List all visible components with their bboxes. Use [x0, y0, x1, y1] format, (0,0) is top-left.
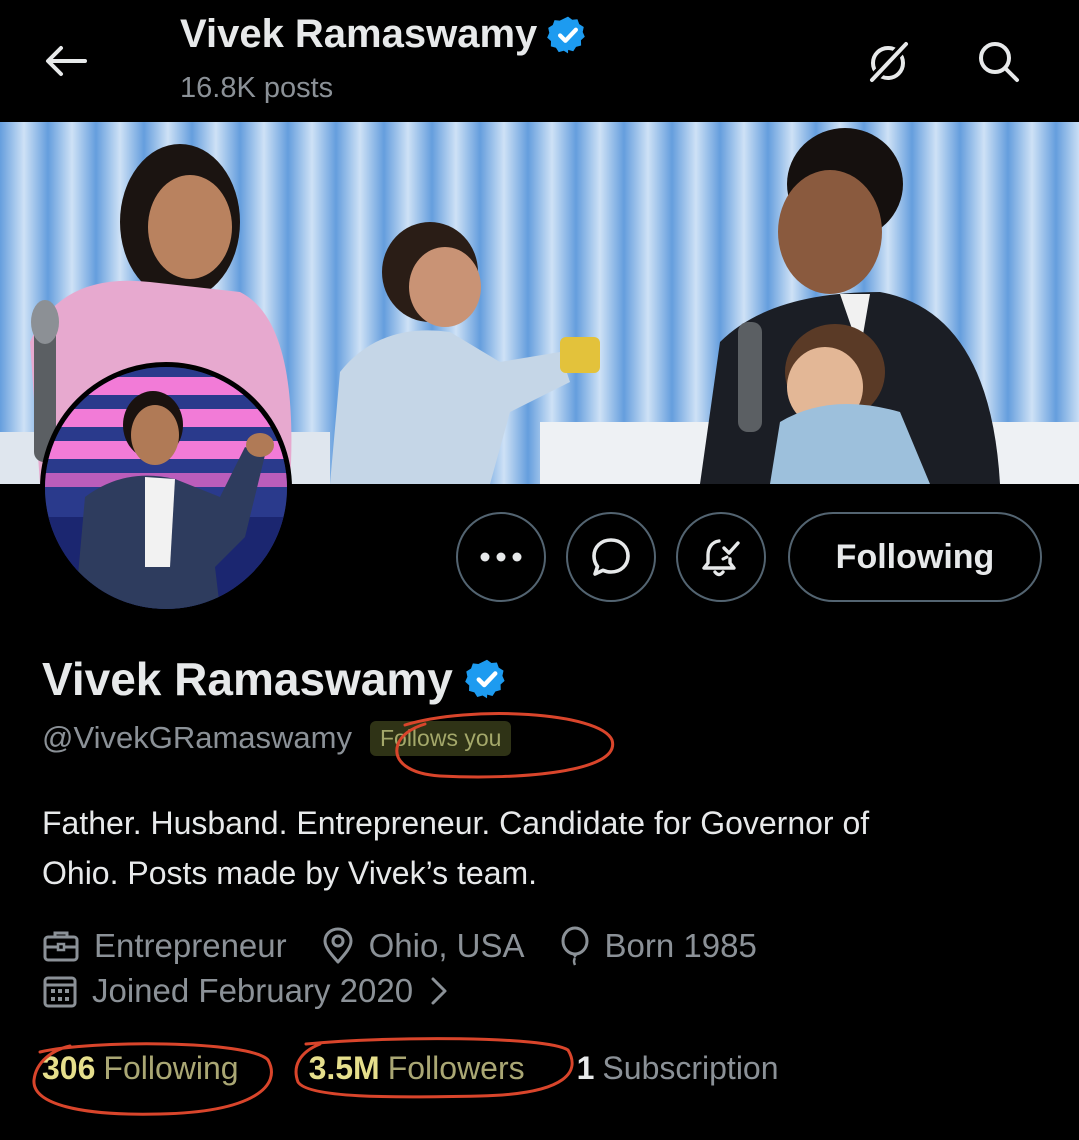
profile-meta-row: Entrepreneur Ohio, USA Born 1985	[42, 926, 791, 966]
search-button[interactable]	[970, 33, 1026, 89]
arrow-left-icon	[46, 46, 87, 76]
joined-item[interactable]: Joined February 2020	[42, 972, 465, 1010]
profile-avatar[interactable]	[40, 362, 292, 614]
profile-bio: Father. Husband. Entrepreneur. Candidate…	[42, 798, 1042, 898]
posts-count: 16.8K posts	[180, 72, 334, 104]
search-icon	[979, 42, 1019, 82]
top-bar: Vivek Ramaswamy 16.8K posts	[0, 0, 1079, 122]
following-button[interactable]: Following	[788, 512, 1042, 602]
following-button-label: Following	[835, 537, 995, 576]
bio-line-1: Father. Husband. Entrepreneur. Candidate…	[42, 805, 870, 841]
subscriptions-label: Subscription	[602, 1050, 779, 1086]
chevron-right-icon	[431, 977, 447, 1005]
followers-count: 3.5M	[308, 1050, 380, 1086]
follows-you-badge: Follows you	[369, 720, 512, 756]
verified-badge-icon	[547, 16, 586, 53]
display-name-text: Vivek Ramaswamy	[42, 653, 453, 705]
briefcase-icon	[43, 931, 79, 962]
avatar-photo	[45, 367, 287, 609]
more-options-button[interactable]	[456, 512, 546, 602]
handle-row: @VivekGRamaswamy Follows you	[42, 720, 512, 756]
back-button[interactable]	[40, 36, 90, 86]
subscriptions-stat[interactable]: 1 Subscription	[577, 1050, 779, 1087]
following-label: Following	[103, 1050, 239, 1086]
bell-check-icon	[702, 539, 740, 577]
header-name: Vivek Ramaswamy	[180, 12, 538, 56]
profile-display-name: Vivek Ramaswamy	[42, 652, 509, 706]
calendar-icon	[43, 976, 77, 1008]
more-dots-icon	[480, 552, 522, 562]
subscriptions-count: 1	[576, 1050, 595, 1086]
user-handle: @VivekGRamaswamy	[42, 720, 352, 755]
balloon-icon	[561, 926, 589, 966]
joined-row[interactable]: Joined February 2020	[42, 972, 499, 1010]
grok-button[interactable]	[862, 36, 914, 88]
followers-stat[interactable]: 3.5M Followers	[309, 1050, 525, 1087]
born-text: Born 1985	[604, 927, 757, 964]
header-title: Vivek Ramaswamy	[180, 12, 589, 57]
profession-item: Entrepreneur	[42, 927, 287, 965]
joined-text: Joined February 2020	[92, 972, 414, 1009]
profession-text: Entrepreneur	[94, 927, 287, 964]
location-pin-icon	[323, 927, 353, 964]
following-stat[interactable]: 306 Following	[42, 1050, 239, 1087]
message-bubble-icon	[592, 538, 630, 576]
verified-badge-icon[interactable]	[465, 657, 509, 701]
notifications-button[interactable]	[676, 512, 766, 602]
grok-icon	[869, 41, 909, 83]
follow-stats-row: 306 Following 3.5M Followers 1 Subscript…	[42, 1050, 779, 1087]
message-button[interactable]	[566, 512, 656, 602]
following-count: 306	[42, 1050, 96, 1086]
location-item: Ohio, USA	[321, 927, 525, 965]
bio-line-2: Ohio. Posts made by Vivek’s team.	[42, 855, 538, 891]
location-text: Ohio, USA	[368, 927, 525, 964]
born-item: Born 1985	[559, 926, 757, 966]
followers-label: Followers	[387, 1050, 525, 1086]
